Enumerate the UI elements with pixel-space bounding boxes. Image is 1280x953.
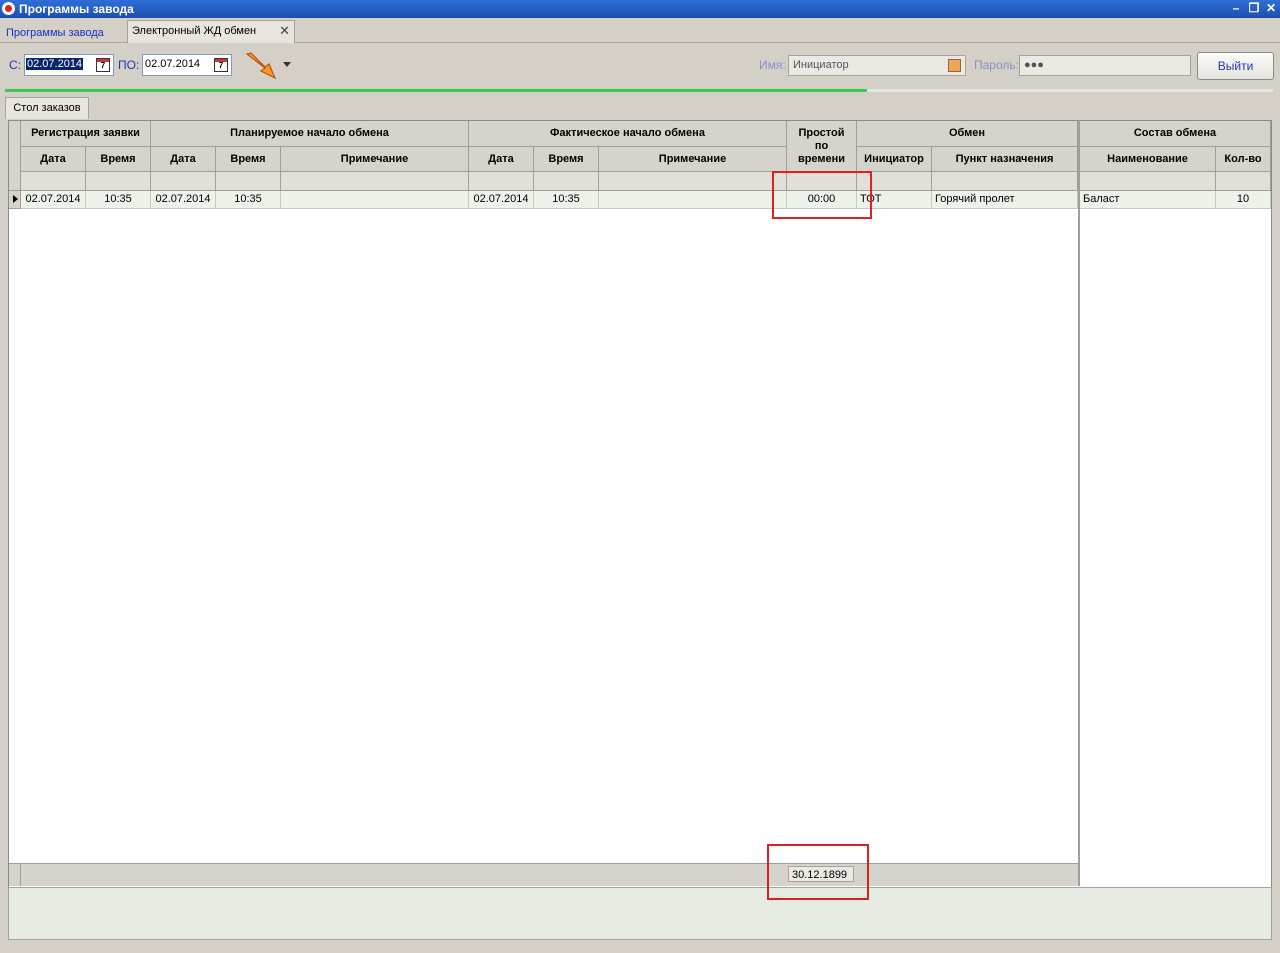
password-field-value: ●●● — [1024, 59, 1044, 71]
filter-cell[interactable] — [86, 172, 151, 191]
col-quantity[interactable]: Кол-во — [1216, 147, 1271, 172]
password-field[interactable]: ●●● — [1019, 55, 1191, 76]
current-row-indicator[interactable] — [9, 191, 21, 209]
close-tab-icon[interactable]: ✕ — [279, 21, 290, 41]
from-label: С: — [9, 58, 21, 72]
orders-grid — [8, 120, 1272, 888]
table-cell[interactable]: 02.07.2014 — [21, 191, 86, 209]
table-cell[interactable]: Баласт — [1080, 191, 1216, 209]
restore-icon[interactable]: ❐ — [1246, 1, 1262, 16]
table-cell[interactable]: 02.07.2014 — [151, 191, 216, 209]
table-cell[interactable]: 10 — [1216, 191, 1271, 209]
table-cell[interactable] — [599, 191, 787, 209]
name-label: Имя: — [759, 58, 786, 72]
from-date-value: 02.07.2014 — [26, 58, 84, 70]
col-plan-time[interactable]: Время — [216, 147, 281, 172]
to-date-value: 02.07.2014 — [145, 58, 201, 70]
to-label: ПО: — [118, 58, 140, 72]
col-destination[interactable]: Пункт назначения — [932, 147, 1078, 172]
filter-cell[interactable] — [469, 172, 534, 191]
to-date-input[interactable]: 02.07.2014 7 — [142, 54, 232, 76]
col-reg-time[interactable]: Время — [86, 147, 151, 172]
col-reg-date[interactable]: Дата — [21, 147, 86, 172]
row-indicator-header — [9, 121, 21, 191]
header-idle-time: Простой по времени — [787, 121, 857, 172]
calendar-icon[interactable]: 7 — [96, 58, 110, 72]
header-exchange: Обмен — [857, 121, 1078, 147]
table-cell[interactable] — [281, 191, 469, 209]
highlight-box — [767, 844, 869, 900]
lookup-icon[interactable] — [948, 59, 961, 72]
header-actual-start: Фактическое начало обмена — [469, 121, 787, 147]
col-fact-date[interactable]: Дата — [469, 147, 534, 172]
header-composition: Состав обмена — [1080, 121, 1271, 147]
progress-bar-fill — [5, 89, 868, 92]
table-cell[interactable]: 10:35 — [534, 191, 599, 209]
filter-cell[interactable] — [216, 172, 281, 191]
tab-rail-exchange[interactable]: Электронный ЖД обмен ✕ — [127, 20, 295, 43]
tab-factory-programs[interactable]: Программы завода — [2, 23, 108, 43]
exit-button[interactable]: Выйти — [1197, 52, 1274, 80]
window-title: Программы завода — [19, 2, 134, 16]
row-pointer-icon — [13, 195, 18, 203]
filter-cell[interactable] — [281, 172, 469, 191]
col-fact-note[interactable]: Примечание — [599, 147, 787, 172]
filter-cell[interactable] — [599, 172, 787, 191]
close-window-icon[interactable]: ✕ — [1263, 1, 1279, 16]
grid-footer — [9, 863, 1078, 886]
app-icon — [2, 2, 15, 15]
minimize-icon[interactable]: – — [1228, 1, 1244, 16]
header-registration: Регистрация заявки — [21, 121, 151, 147]
col-fact-time[interactable]: Время — [534, 147, 599, 172]
table-cell[interactable]: 10:35 — [86, 191, 151, 209]
bottom-panel — [8, 887, 1272, 940]
document-tabs: Программы завода Электронный ЖД обмен ✕ — [0, 20, 1280, 43]
name-field-value: Инициатор — [793, 59, 849, 71]
filter-cell[interactable] — [21, 172, 86, 191]
col-plan-note[interactable]: Примечание — [281, 147, 469, 172]
highlight-box — [772, 171, 872, 219]
filter-cell[interactable] — [534, 172, 599, 191]
footer-indicator — [9, 864, 21, 886]
table-cell[interactable]: 10:35 — [216, 191, 281, 209]
table-cell[interactable]: Горячий пролет — [932, 191, 1078, 209]
dropdown-arrow-icon[interactable] — [283, 62, 291, 67]
window-titlebar: Программы завода – ❐ ✕ — [0, 0, 1280, 18]
tab-rail-exchange-label: Электронный ЖД обмен — [132, 25, 257, 37]
header-planned-start: Планируемое начало обмена — [151, 121, 469, 147]
from-date-input[interactable]: 02.07.2014 7 — [24, 54, 114, 76]
progress-bar — [5, 89, 1273, 92]
grid-splitter[interactable] — [1078, 120, 1080, 886]
filter-cell[interactable] — [151, 172, 216, 191]
col-plan-date[interactable]: Дата — [151, 147, 216, 172]
col-item-name[interactable]: Наименование — [1080, 147, 1216, 172]
refresh-arrow-icon[interactable] — [245, 52, 277, 80]
filter-cell[interactable] — [1080, 172, 1216, 191]
calendar-icon[interactable]: 7 — [214, 58, 228, 72]
password-label: Пароль: — [974, 58, 1019, 72]
filter-cell[interactable] — [932, 172, 1078, 191]
col-initiator[interactable]: Инициатор — [857, 147, 932, 172]
tab-order-table[interactable]: Стол заказов — [5, 97, 89, 119]
name-field[interactable]: Инициатор — [788, 55, 966, 76]
table-cell[interactable]: 02.07.2014 — [469, 191, 534, 209]
filter-cell[interactable] — [1216, 172, 1271, 191]
